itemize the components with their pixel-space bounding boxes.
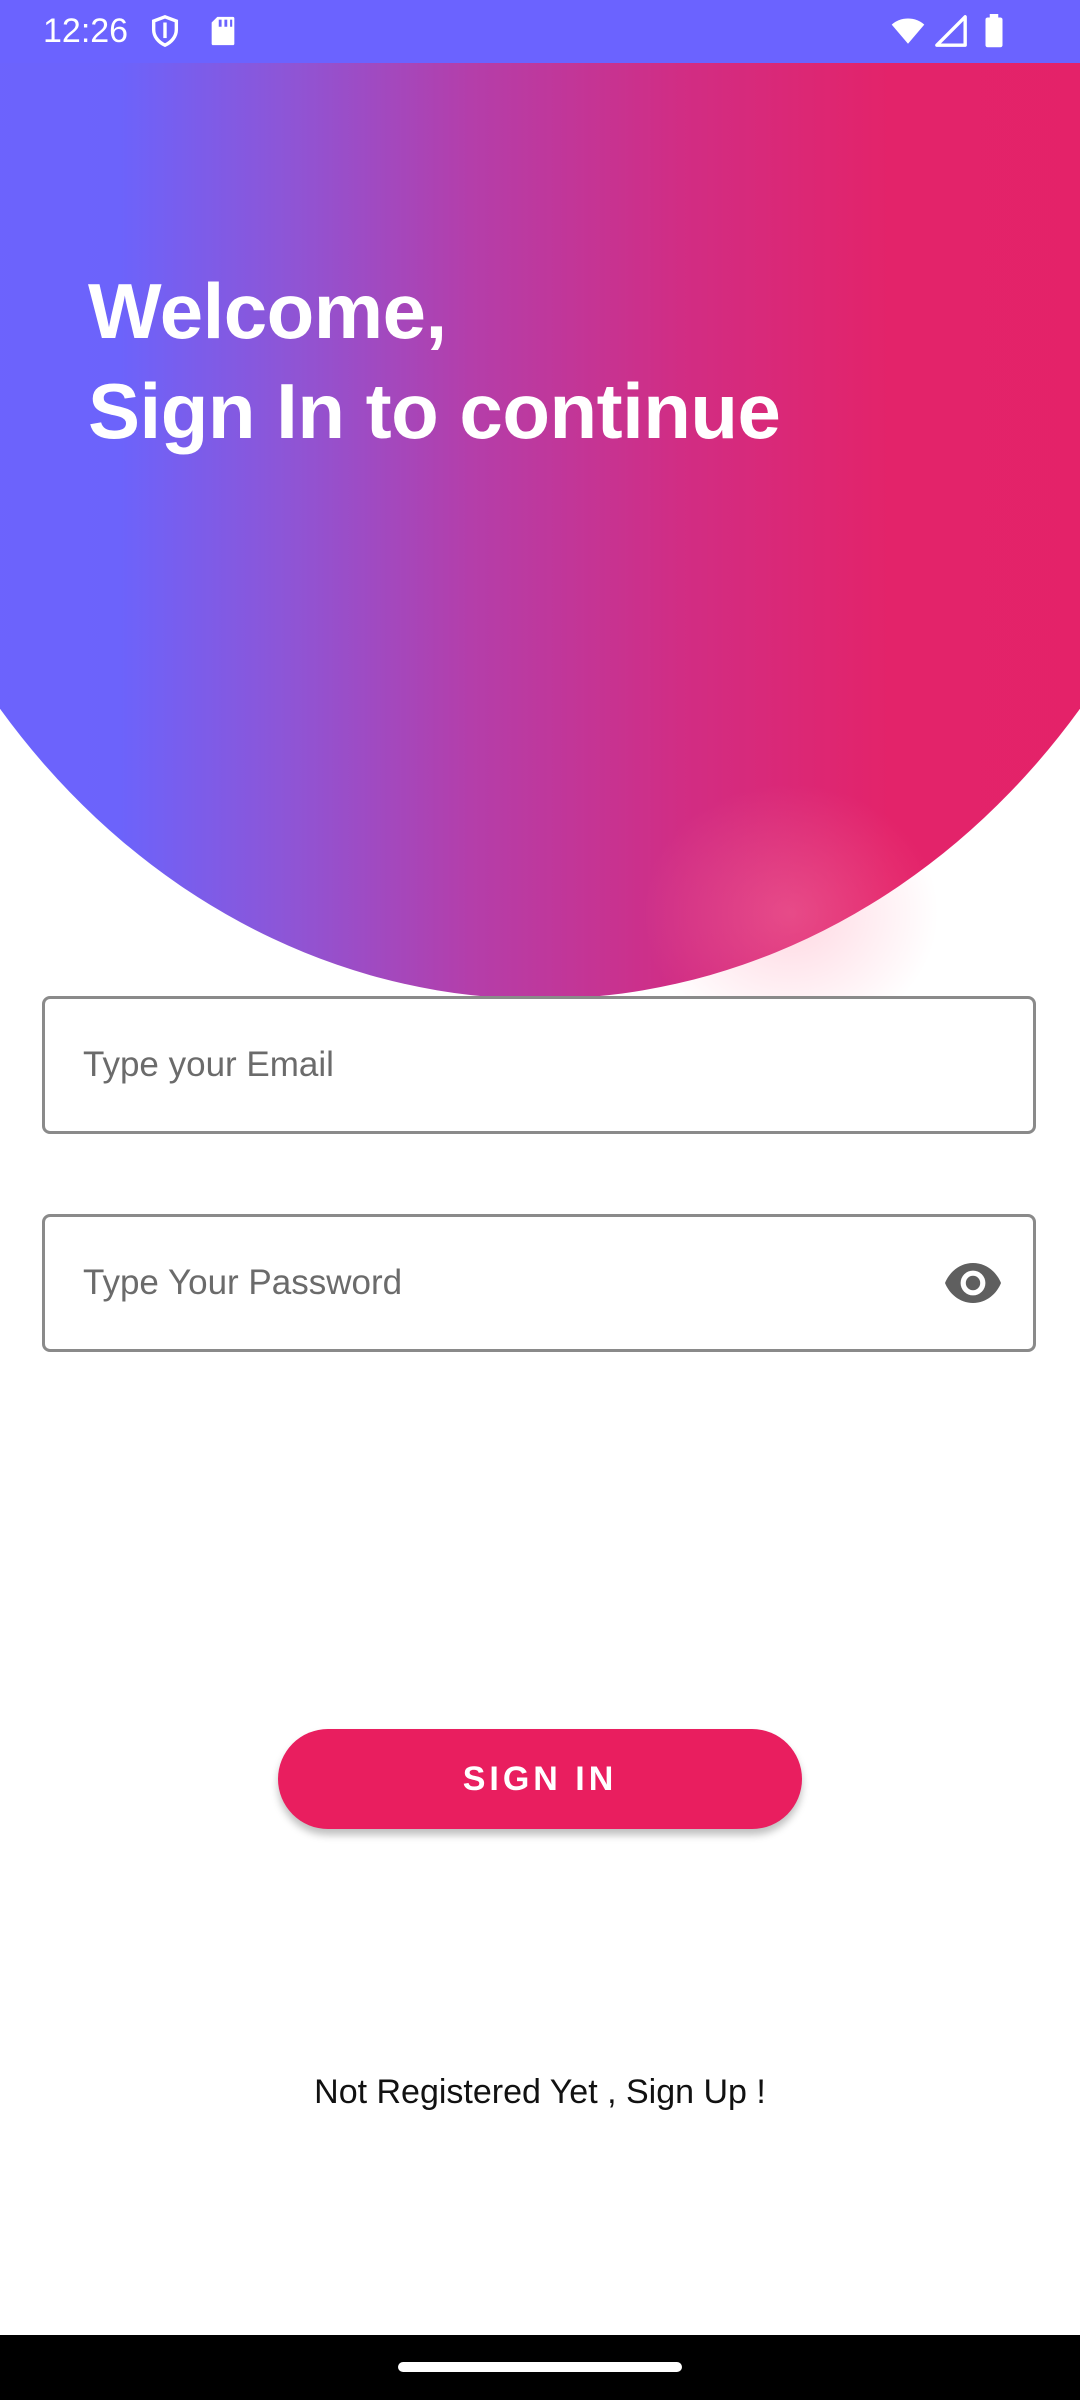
- eye-icon[interactable]: [943, 1261, 1003, 1305]
- status-time: 12:26: [43, 12, 129, 50]
- email-field[interactable]: [42, 996, 1036, 1134]
- hero-header: Welcome, Sign In to continue: [0, 63, 1080, 1003]
- hero-title-line2: Sign In to continue: [88, 367, 781, 455]
- navigation-bar: [0, 2335, 1080, 2400]
- sign-in-button[interactable]: SIGN IN: [278, 1729, 802, 1829]
- email-input[interactable]: [83, 999, 963, 1131]
- battery-icon: [982, 14, 1006, 48]
- status-bar: 12:26: [0, 0, 1080, 63]
- sd-card-icon: [206, 14, 240, 48]
- shield-icon: [148, 14, 182, 48]
- hero-title: Welcome, Sign In to continue: [88, 261, 781, 461]
- sign-up-link[interactable]: Not Registered Yet , Sign Up !: [0, 2070, 1080, 2114]
- wifi-icon: [888, 14, 928, 48]
- hero-title-line1: Welcome,: [88, 267, 447, 355]
- home-gesture-handle[interactable]: [398, 2362, 682, 2372]
- password-field[interactable]: [42, 1214, 1036, 1352]
- password-input[interactable]: [83, 1217, 963, 1349]
- signal-icon: [934, 14, 968, 48]
